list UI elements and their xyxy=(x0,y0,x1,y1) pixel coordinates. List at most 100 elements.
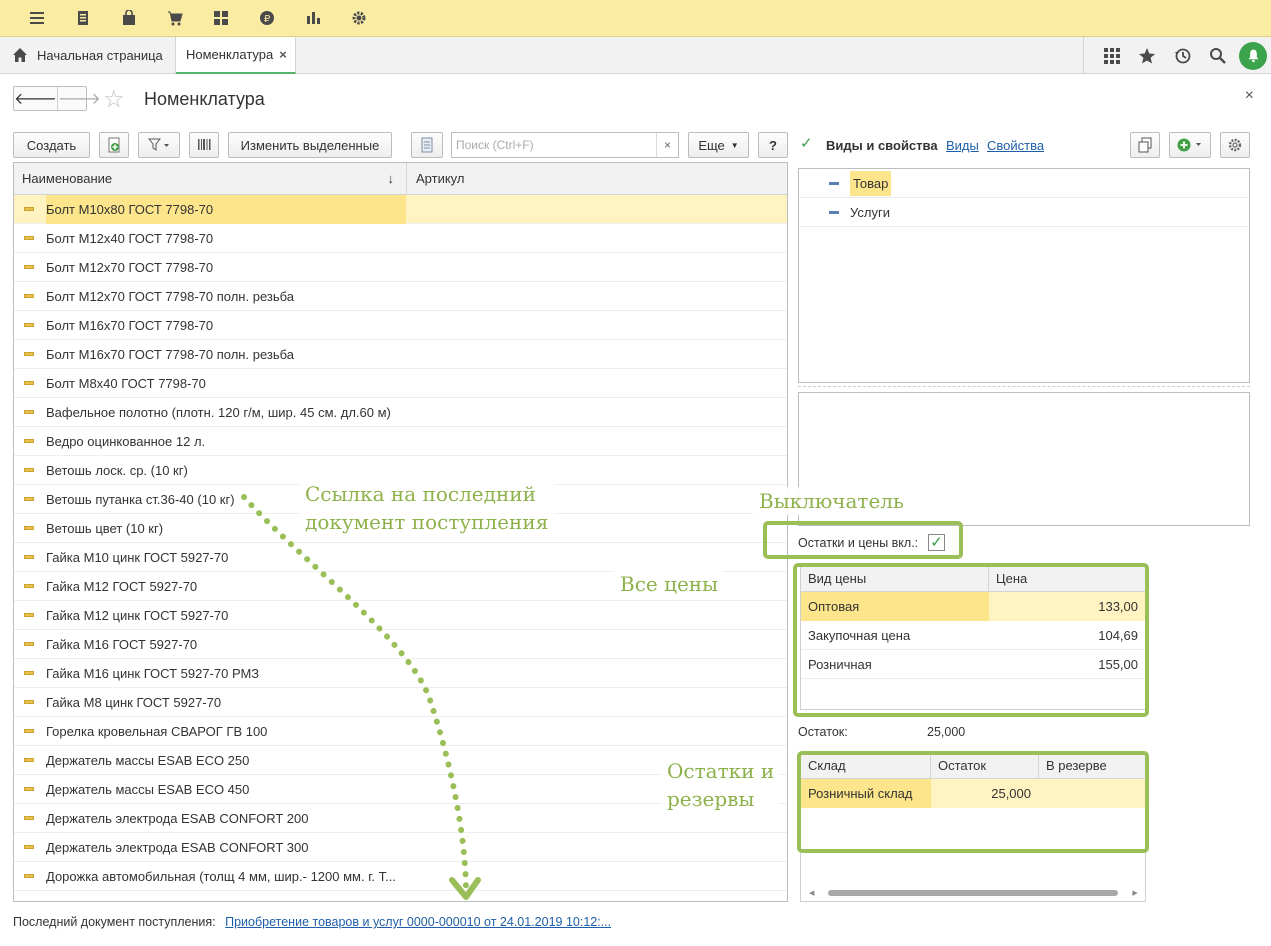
notifications-button[interactable] xyxy=(1236,41,1271,70)
table-row[interactable]: Болт М12х40 ГОСТ 7798-70 xyxy=(14,224,787,253)
add-dropdown-button[interactable] xyxy=(1169,132,1211,158)
forward-arrow-icon[interactable]: 🡒 xyxy=(58,87,101,110)
table-row[interactable]: Болт М16х70 ГОСТ 7798-70 xyxy=(14,311,787,340)
balance-label: Остаток: xyxy=(798,725,848,739)
item-name-cell: Гайка М12 ГОСТ 5927-70 xyxy=(46,578,198,594)
table-row[interactable]: Гайка М8 цинк ГОСТ 5927-70 xyxy=(14,688,787,717)
scroll-left-icon[interactable]: ◀ xyxy=(809,889,814,897)
item-name-cell: Ветошь лоск. ср. (10 кг) xyxy=(46,462,188,478)
more-button[interactable]: Еще ▼ xyxy=(688,132,749,158)
table-row[interactable]: Болт М8х40 ГОСТ 7798-70 xyxy=(14,369,787,398)
tab-home-label: Начальная страница xyxy=(37,47,163,63)
last-document-link[interactable]: Приобретение товаров и услуг 0000-000010… xyxy=(225,915,611,929)
close-form-icon[interactable]: × xyxy=(1245,87,1254,105)
item-icon xyxy=(24,410,34,414)
table-row[interactable]: Гайка М12 цинк ГОСТ 5927-70 xyxy=(14,601,787,630)
item-name-cell: Ведро оцинкованное 12 л. xyxy=(46,433,206,449)
scroll-thumb[interactable] xyxy=(828,890,1119,896)
column-header-article[interactable]: Артикул xyxy=(407,163,787,194)
table-row[interactable]: Горелка кровельная СВАРОГ ГВ 100 xyxy=(14,717,787,746)
apps-grid-icon[interactable] xyxy=(1094,47,1129,65)
item-name-cell: Болт М12х70 ГОСТ 7798-70 xyxy=(46,259,214,275)
item-name-cell: Болт М12х40 ГОСТ 7798-70 xyxy=(46,230,214,246)
item-icon xyxy=(24,352,34,356)
table-row[interactable]: Ведро оцинкованное 12 л. xyxy=(14,427,787,456)
tab-nomenclature[interactable]: Номенклатура × xyxy=(176,37,296,74)
properties-link[interactable]: Свойства xyxy=(987,138,1044,153)
filter-button[interactable] xyxy=(138,132,180,158)
item-icon xyxy=(24,729,34,733)
stock-highlight xyxy=(797,751,1149,853)
history-icon[interactable] xyxy=(1165,47,1200,65)
column-header-name-label: Наименование xyxy=(22,171,113,186)
item-icon xyxy=(24,526,34,530)
panel-splitter[interactable] xyxy=(798,386,1250,387)
table-row[interactable]: Гайка М16 ГОСТ 5927-70 xyxy=(14,630,787,659)
tree-item-services[interactable]: Услуги xyxy=(799,198,1249,227)
document-journal-icon[interactable] xyxy=(60,0,106,37)
money-icon[interactable]: ₽ xyxy=(244,0,290,37)
search-box: × xyxy=(451,132,679,158)
favorite-star-icon[interactable]: ☆ xyxy=(103,85,125,114)
item-name-cell: Гайка М16 цинк ГОСТ 5927-70 РМЗ xyxy=(46,665,260,681)
item-name-cell: Гайка М12 цинк ГОСТ 5927-70 xyxy=(46,607,229,623)
item-name-cell: Болт М8х40 ГОСТ 7798-70 xyxy=(46,375,206,391)
switch-highlight xyxy=(763,521,963,559)
search-input[interactable] xyxy=(452,133,656,157)
filter-icon xyxy=(148,138,169,151)
table-row[interactable]: Гайка М16 цинк ГОСТ 5927-70 РМЗ xyxy=(14,659,787,688)
scroll-right-icon[interactable]: ▶ xyxy=(1132,889,1137,897)
bar-chart-icon[interactable] xyxy=(290,0,336,37)
sort-descending-icon: ↓ xyxy=(387,171,395,186)
cart-icon[interactable] xyxy=(152,0,198,37)
chevron-down-icon: ▼ xyxy=(730,140,739,150)
table-row[interactable]: Болт М12х70 ГОСТ 7798-70 полн. резьба xyxy=(14,282,787,311)
list-settings-button[interactable] xyxy=(411,132,443,158)
barcode-button[interactable] xyxy=(189,132,219,158)
shopping-bag-icon[interactable] xyxy=(106,0,152,37)
table-row[interactable]: Дорожка автомобильная (толщ 4 мм, шир.- … xyxy=(14,862,787,891)
panel-settings-button[interactable] xyxy=(1220,132,1250,158)
table-row[interactable]: Вафельное полотно (плотн. 120 г/м, шир. … xyxy=(14,398,787,427)
annotation-line: резервы xyxy=(667,787,755,811)
copy-icon xyxy=(1138,137,1152,153)
back-arrow-icon[interactable]: 🡐 xyxy=(14,87,58,110)
settings-gear-icon[interactable] xyxy=(336,0,382,37)
table-row[interactable]: Держатель электрода ESAB CONFORT 300 xyxy=(14,833,787,862)
item-icon xyxy=(24,758,34,762)
views-properties-checkbox[interactable]: ✓ xyxy=(800,136,815,152)
tree-item-goods[interactable]: Товар xyxy=(799,169,1249,198)
table-row[interactable]: Болт М16х70 ГОСТ 7798-70 полн. резьба xyxy=(14,340,787,369)
table-row[interactable]: Гайка М10 цинк ГОСТ 5927-70 xyxy=(14,543,787,572)
copy-button[interactable] xyxy=(1130,132,1160,158)
item-icon xyxy=(24,584,34,588)
create-button[interactable]: Создать xyxy=(13,132,90,158)
search-icon[interactable] xyxy=(1200,47,1235,65)
item-icon xyxy=(24,816,34,820)
horizontal-scrollbar[interactable]: ◀ ▶ xyxy=(809,889,1139,897)
table-row[interactable]: Болт М10х80 ГОСТ 7798-70 xyxy=(14,194,787,224)
column-header-name[interactable]: Наименование ↓ xyxy=(14,163,407,194)
table-row[interactable]: Болт М12х70 ГОСТ 7798-70 xyxy=(14,253,787,282)
help-button[interactable]: ? xyxy=(758,132,788,158)
item-icon xyxy=(24,468,34,472)
menu-icon[interactable] xyxy=(14,0,60,37)
tab-close-icon[interactable]: × xyxy=(279,47,287,62)
last-document-line: Последний документ поступления: Приобрет… xyxy=(13,915,611,929)
warehouse-grid-icon[interactable] xyxy=(198,0,244,37)
copy-create-button[interactable] xyxy=(99,132,129,158)
tab-home[interactable]: Начальная страница xyxy=(0,37,176,73)
svg-text:₽: ₽ xyxy=(264,14,271,25)
list-icon xyxy=(421,137,433,153)
gear-icon xyxy=(1228,138,1242,152)
item-icon xyxy=(24,787,34,791)
item-icon xyxy=(24,236,34,240)
item-icon xyxy=(24,207,34,211)
item-icon xyxy=(24,671,34,675)
favorites-star-icon[interactable] xyxy=(1129,47,1164,65)
page-title: Номенклатура xyxy=(144,89,265,109)
search-clear-icon[interactable]: × xyxy=(656,133,678,157)
annotation-last-doc: Ссылка на последний документ поступления xyxy=(299,480,555,536)
change-selected-button[interactable]: Изменить выделенные xyxy=(228,132,392,158)
views-link[interactable]: Виды xyxy=(946,138,979,153)
